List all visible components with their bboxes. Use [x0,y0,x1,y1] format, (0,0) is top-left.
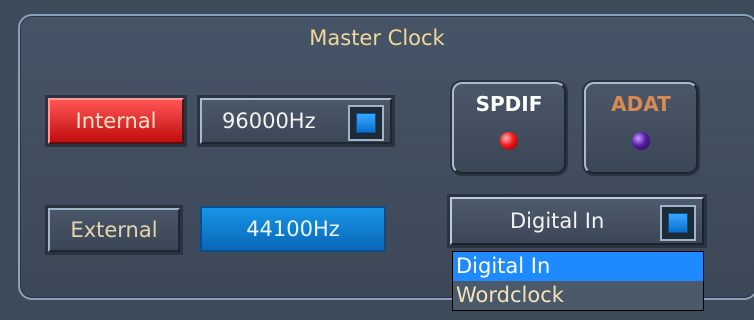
digital-input-value: Digital In [510,209,605,233]
digital-dropdown-button[interactable] [660,205,696,241]
dropdown-option-digital-in[interactable]: Digital In [453,252,703,281]
digital-input-select[interactable]: Digital In [450,197,704,245]
spdif-label: SPDIF [475,92,543,116]
rate-dropdown-button[interactable] [348,105,384,141]
external-rate-display: 44100Hz [200,206,386,252]
external-clock-button[interactable]: External [48,208,180,252]
panel-title: Master Clock [309,26,445,50]
purple-led-icon [632,132,650,150]
adat-label: ADAT [611,92,671,116]
adat-status: ADAT [584,82,698,174]
internal-rate-select[interactable]: 96000Hz [200,98,392,144]
digital-input-dropdown: Digital In Wordclock [452,251,704,311]
blue-square-icon [356,113,376,133]
red-led-icon [500,132,518,150]
dropdown-option-wordclock[interactable]: Wordclock [453,281,703,310]
spdif-status: SPDIF [452,82,566,174]
blue-square-icon [668,213,688,233]
internal-rate-value: 96000Hz [222,109,316,133]
internal-clock-button[interactable]: Internal [48,98,184,144]
